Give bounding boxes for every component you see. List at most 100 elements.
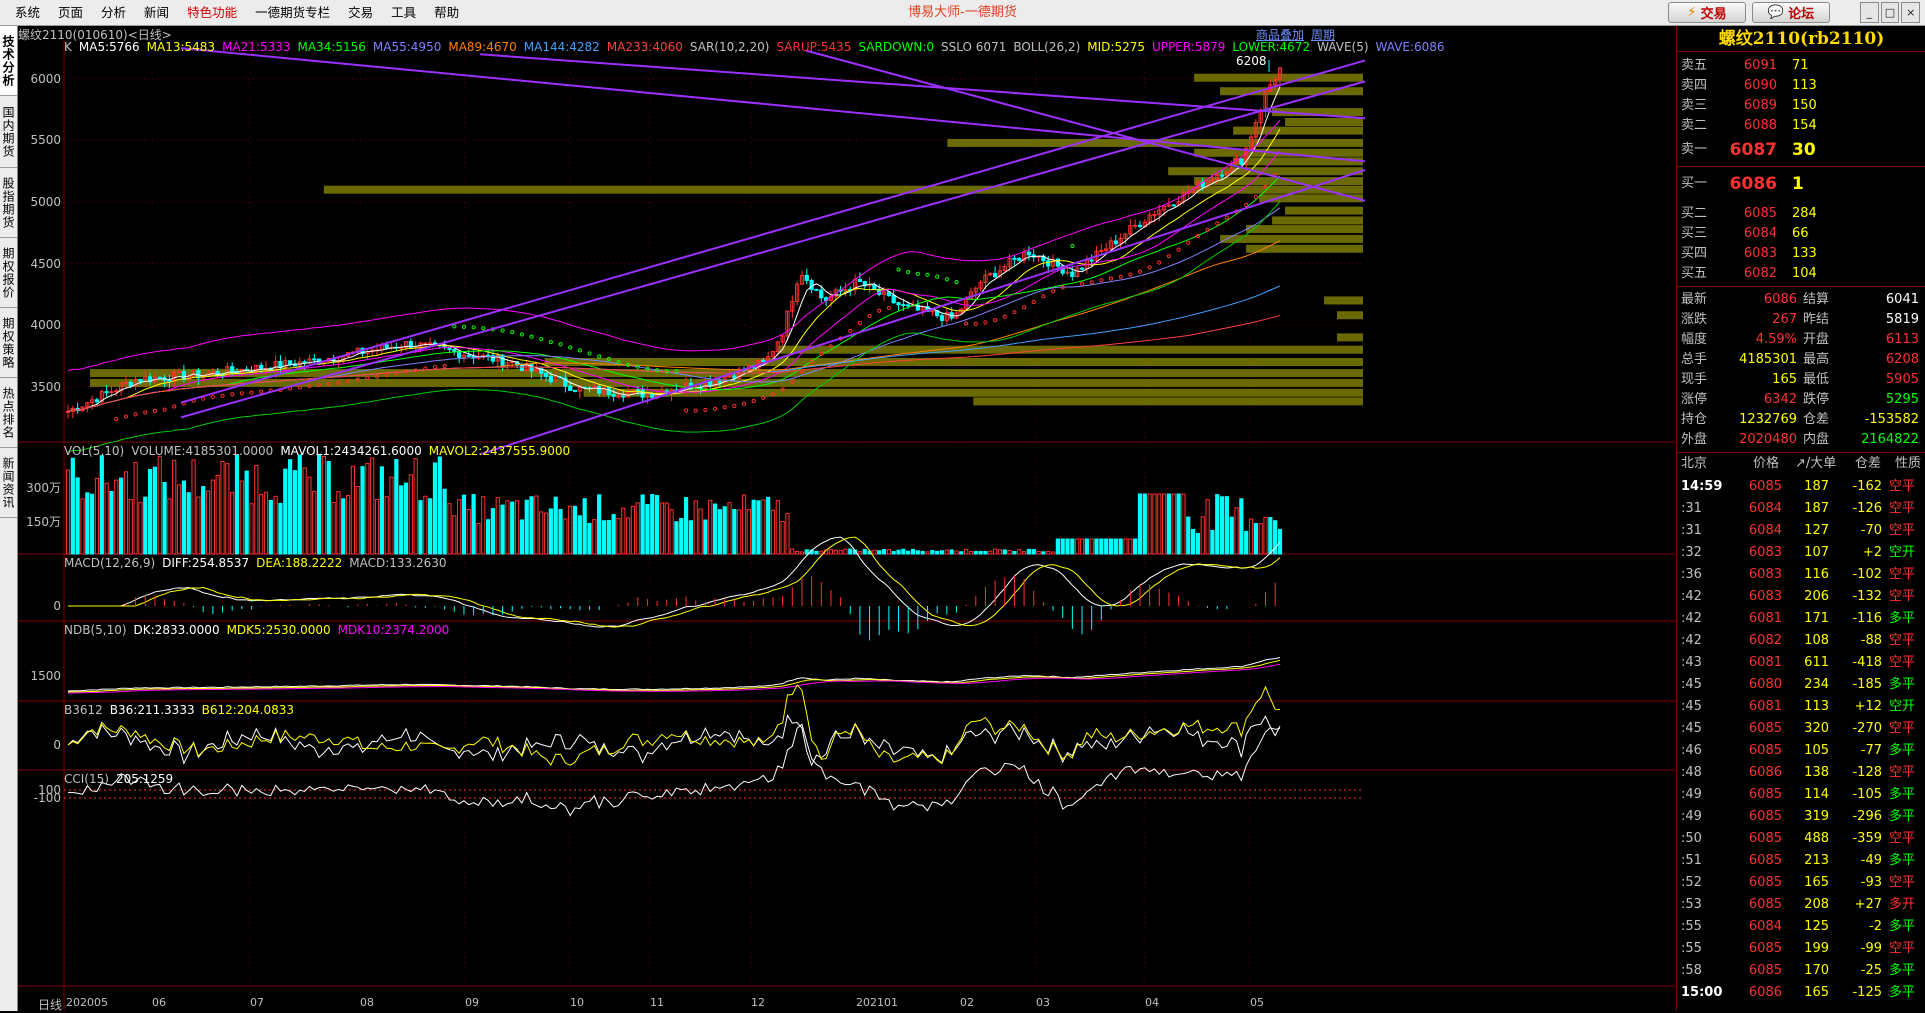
x-tick-0: 202005 [66,996,108,1009]
side-tab-2[interactable]: 股指期货 [0,168,17,238]
sar-dot [123,414,129,419]
volume-bar [780,520,785,555]
tick-header-oi: 仓差 [1855,456,1882,471]
volume-bar [1002,549,1007,555]
tick-price: 6085 [1748,831,1782,846]
side-tab-0[interactable]: 技术分析 [0,26,17,96]
volume-bar [254,464,259,555]
sar-dot [732,403,737,409]
candle-body [804,274,809,281]
volume-bar [162,482,167,555]
sar-dot [442,363,447,369]
volume-bar [147,468,153,555]
volume-bar [626,517,631,555]
tick-type: 多平 [1889,853,1916,868]
volume-bar [964,548,969,555]
volume-bar [548,508,553,555]
volume-bar [283,468,288,555]
tick-price: 6085 [1748,479,1782,494]
sar-dot [1099,278,1104,283]
volume-bar [1147,493,1152,555]
kline-chart[interactable]: 螺纹2110(010610)<日线> 商品叠加 周期 6208 K MA5:576… [18,26,1675,1012]
stat-label: 最低 [1803,372,1830,387]
x-tick-2: 07 [250,996,264,1009]
menu-item-6[interactable]: 交易 [339,0,382,26]
chart-canvas[interactable] [18,26,1675,1011]
candle-body [1171,204,1176,207]
y-tick-main_y_ticks-1: 5500 [30,133,61,148]
side-tab-3[interactable]: 期权报价 [0,238,17,308]
volume-bar [331,501,336,555]
tick-type: 空平 [1889,941,1916,956]
tick-row: :31 6084 127 -70 空平 [1677,520,1925,542]
volume-bar [1137,493,1143,555]
macd-indicators-3: MACD:133.2630 [349,556,447,570]
tick-time: :53 [1681,897,1702,912]
menu-item-7[interactable]: 工具 [382,0,425,26]
tick-row: :32 6083 107 +2 空开 [1677,542,1925,564]
ask-label: 卖三 [1681,98,1708,113]
main-indicators-9: SAR(10,2,20) [689,40,770,54]
bid-label: 买三 [1681,226,1708,241]
menu-item-2[interactable]: 分析 [92,0,135,26]
menu-item-8[interactable]: 帮助 [425,0,468,26]
tick-type: 空平 [1889,875,1916,890]
side-tab-5[interactable]: 热点排名 [0,378,17,448]
volume-bar [1055,538,1060,555]
volume-bar [365,463,370,555]
tick-type: 空平 [1889,655,1916,670]
volume-profile-bar-18 [1337,311,1363,320]
trade-button[interactable]: ⚡ 交易 [1668,2,1746,23]
stat-label: 现手 [1681,372,1708,387]
b3612-indicators: B3612 B36:211.3333 B612:204.0833 [64,703,301,717]
sar-dot [1224,215,1229,220]
ma-line-13 [67,128,1281,412]
forum-button[interactable]: 💬 论坛 [1752,2,1830,23]
stat-label: 幅度 [1681,332,1708,347]
volume-bar [215,474,220,555]
menu-item-3[interactable]: 新闻 [135,0,178,26]
maximize-icon[interactable]: □ [1880,2,1900,23]
menu-item-0[interactable]: 系统 [6,0,49,26]
side-tab-1[interactable]: 国内期货 [0,96,17,168]
main-indicators-4: MA34:5156 [297,40,366,54]
tick-row: 14:59 6085 187 -162 空平 [1677,476,1925,498]
trend-line-3 [479,169,1366,456]
volume-bar [510,501,515,555]
stat-row-1: 涨跌 267 昨结 5819 [1677,310,1925,330]
tick-time: 14:59 [1681,479,1723,494]
bid-price: 6084 [1743,226,1777,241]
candle-body [809,279,814,290]
menu-item-4[interactable]: 特色功能 [178,0,246,26]
stat-row-0: 最新 6086 结算 6041 [1677,290,1925,310]
tick-row: :42 6082 108 -88 空平 [1677,630,1925,652]
volume-bar [799,551,805,555]
volume-bar [205,490,211,555]
side-tab-6[interactable]: 新闻资讯 [0,448,17,518]
minimize-icon[interactable]: _ [1860,2,1879,23]
menu-item-1[interactable]: 页面 [49,0,92,26]
bid-volume: 284 [1792,206,1817,221]
side-tab-4[interactable]: 期权策略 [0,308,17,378]
volume-bar [394,459,399,555]
volume-bar [80,498,85,555]
tick-time: :31 [1681,501,1702,516]
volume-bar [423,495,428,555]
volume-bar [1031,548,1036,555]
candle-body [939,315,945,321]
close-icon[interactable]: × [1901,2,1921,23]
tick-row: :48 6086 138 -128 空平 [1677,762,1925,784]
x-tick-10: 03 [1036,996,1050,1009]
main-indicators-15: UPPER:5879 [1151,40,1226,54]
menu-item-5[interactable]: 一德期货专栏 [246,0,339,26]
volume-bar [925,551,930,555]
candle-body [814,288,819,291]
volume-bar [1012,550,1017,555]
sar-dot [722,405,727,410]
tick-volume: 171 [1804,611,1829,626]
bid1-label: 买一 [1681,176,1708,191]
y-tick-main_y_ticks-2: 5000 [30,195,61,209]
volume-bar [939,550,945,555]
sar-dot [210,394,215,399]
volume-bar [1084,538,1089,555]
